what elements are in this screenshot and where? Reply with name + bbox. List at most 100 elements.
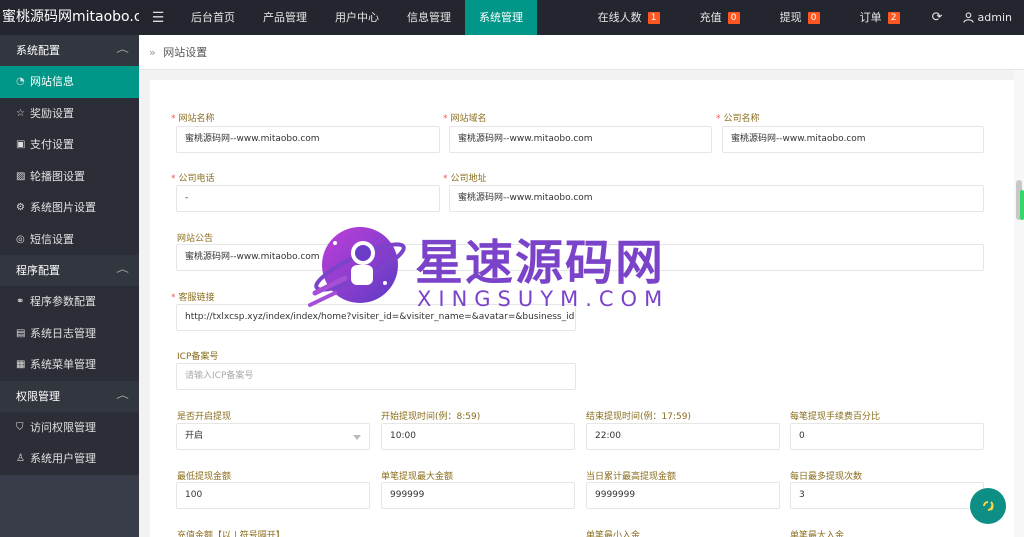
group-label: 权限管理 bbox=[16, 389, 60, 403]
sidebar-item-label: 网站信息 bbox=[30, 75, 74, 88]
sidebar-item-system-users[interactable]: ♙ 系统用户管理 bbox=[0, 443, 139, 475]
icp-input[interactable]: 请输入ICP备案号 bbox=[176, 363, 576, 390]
hamburger-icon[interactable]: ☰ bbox=[139, 10, 177, 26]
notice-input[interactable]: 蜜桃源码网--www.mitaobo.com bbox=[176, 244, 984, 271]
sidebar-item-sms[interactable]: ◎ 短信设置 bbox=[0, 223, 139, 255]
fee-input[interactable]: 0 bbox=[790, 423, 984, 450]
sidebar-item-label: 奖励设置 bbox=[30, 106, 74, 120]
log-icon: ▤ bbox=[16, 327, 26, 339]
withdraw-end-input[interactable]: 22:00 bbox=[586, 423, 780, 450]
orders-label: 订单 bbox=[859, 11, 882, 24]
company-phone-label: * 公司电话 bbox=[171, 174, 215, 184]
settings-form: * 网站名称 蜜桃源码网--www.mitaobo.com * 网站域名 蜜桃源码网… bbox=[150, 80, 1014, 537]
sidebar-item-label: 访问权限管理 bbox=[30, 420, 96, 434]
top-right-menu: 在线人数 1 充值 0 提现 0 订单 2 ⟳ admin bbox=[578, 0, 1024, 35]
sidebar-item-site-info[interactable]: ◔ 网站信息 bbox=[0, 66, 139, 98]
icp-label: ICP备案号 bbox=[177, 352, 219, 362]
max-withdraw-input[interactable]: 999999 bbox=[381, 482, 575, 509]
chevron-up-icon: ︿ bbox=[116, 45, 129, 55]
sidebar-item-label: 程序参数配置 bbox=[30, 295, 96, 308]
sidebar-item-label: 系统日志管理 bbox=[30, 326, 96, 340]
min-withdraw-label: 最低提现金额 bbox=[177, 472, 232, 482]
recharge-label: 充值 bbox=[699, 11, 722, 24]
group-label: 系统配置 bbox=[16, 44, 60, 57]
company-address-label: * 公司地址 bbox=[443, 174, 487, 184]
sidebar-group-permissions[interactable]: 权限管理 ︿ bbox=[0, 380, 139, 412]
app-title[interactable]: 蜜桃源码网mitaobo.c... bbox=[0, 0, 139, 35]
shield-icon: ⛉ bbox=[16, 421, 24, 433]
sidebar-item-system-logs[interactable]: ▤ 系统日志管理 bbox=[0, 317, 139, 349]
notice-label: 网站公告 bbox=[177, 234, 214, 244]
site-name-label: * 网站名称 bbox=[171, 114, 215, 124]
money-icon: ▣ bbox=[16, 139, 26, 150]
sidebar-item-payment[interactable]: ▣ 支付设置 bbox=[0, 129, 139, 161]
max-deposit-label: 单笔最大入金 bbox=[790, 531, 845, 537]
withdraw-start-input[interactable]: 10:00 bbox=[381, 423, 575, 450]
online-users[interactable]: 在线人数 1 bbox=[578, 0, 680, 35]
sidebar-item-program-params[interactable]: ⚭ 程序参数配置 bbox=[0, 286, 139, 318]
orders-menu[interactable]: 订单 2 bbox=[840, 0, 920, 35]
min-deposit-label: 单笔最小入金 bbox=[586, 531, 641, 537]
online-badge: 1 bbox=[647, 11, 660, 24]
picture-icon: ▨ bbox=[16, 170, 26, 182]
nav-products[interactable]: 产品管理 bbox=[249, 0, 321, 35]
site-name-input[interactable]: 蜜桃源码网--www.mitaobo.com bbox=[176, 126, 440, 153]
menu-list-icon: ▦ bbox=[16, 359, 26, 370]
gauge-icon: ◔ bbox=[16, 76, 25, 87]
nav-home[interactable]: 后台首页 bbox=[177, 0, 249, 35]
company-phone-input[interactable]: - bbox=[176, 185, 440, 212]
withdraw-start-label: 开始提现时间(例：8:59) bbox=[381, 412, 481, 422]
sidebar-item-carousel[interactable]: ▨ 轮播图设置 bbox=[0, 160, 139, 192]
service-link-input[interactable]: http://txlxcsp.xyz/index/index/home?visi… bbox=[176, 304, 576, 331]
company-name-label: * 公司名称 bbox=[716, 114, 760, 124]
select-value: 开启 bbox=[185, 431, 204, 441]
group-label: 程序配置 bbox=[16, 264, 60, 277]
sidebar-item-label: 短信设置 bbox=[30, 232, 74, 246]
daily-times-input[interactable]: 3 bbox=[790, 482, 984, 509]
chevron-down-icon bbox=[353, 435, 361, 440]
service-link-label: * 客服链接 bbox=[171, 293, 215, 303]
company-name-input[interactable]: 蜜桃源码网--www.mitaobo.com bbox=[722, 126, 984, 153]
floating-chat-button[interactable] bbox=[970, 488, 1006, 524]
star-icon: ☆ bbox=[16, 107, 25, 119]
recharge-menu[interactable]: 充值 0 bbox=[680, 0, 760, 35]
withdraw-end-label: 结束提现时间(例：17:59) bbox=[586, 412, 691, 422]
link-icon: ⚭ bbox=[16, 296, 25, 307]
withdraw-enable-select[interactable]: 开启 bbox=[176, 423, 370, 450]
sidebar-item-rewards[interactable]: ☆ 奖励设置 bbox=[0, 97, 139, 129]
scrollbar[interactable] bbox=[1014, 70, 1024, 537]
user-menu[interactable]: admin bbox=[955, 0, 1024, 35]
sidebar-item-label: 轮播图设置 bbox=[30, 169, 85, 183]
sidebar-item-access-permissions[interactable]: ⛉ 访问权限管理 bbox=[0, 411, 139, 443]
company-address-input[interactable]: 蜜桃源码网--www.mitaobo.com bbox=[449, 185, 984, 212]
recharge-amounts-label: 充值金额【以 | 符号隔开】 bbox=[177, 531, 285, 537]
chat-icon: ◎ bbox=[16, 233, 25, 245]
fee-label: 每笔提现手续费百分比 bbox=[790, 412, 881, 422]
refresh-icon[interactable]: ⟳ bbox=[920, 0, 955, 35]
nav-users[interactable]: 用户中心 bbox=[321, 0, 393, 35]
daily-total-input[interactable]: 9999999 bbox=[586, 482, 780, 509]
sidebar: 系统配置 ︿ ◔ 网站信息 ☆ 奖励设置 ▣ 支付设置 ▨ 轮播图设置 ⚙ 系统… bbox=[0, 35, 139, 537]
min-withdraw-input[interactable]: 100 bbox=[176, 482, 370, 509]
sidebar-item-label: 系统用户管理 bbox=[30, 452, 96, 465]
withdraw-badge: 0 bbox=[807, 11, 820, 24]
chevron-up-icon: ︿ bbox=[116, 265, 129, 275]
top-nav: 后台首页 产品管理 用户中心 信息管理 系统管理 bbox=[177, 0, 537, 35]
sidebar-item-system-menu[interactable]: ▦ 系统菜单管理 bbox=[0, 349, 139, 381]
user-icon: ♙ bbox=[16, 453, 25, 464]
online-label: 在线人数 bbox=[597, 11, 642, 24]
site-domain-label: * 网站域名 bbox=[443, 114, 487, 124]
username: admin bbox=[977, 11, 1012, 24]
nav-system[interactable]: 系统管理 bbox=[465, 0, 537, 35]
sidebar-item-system-images[interactable]: ⚙ 系统图片设置 bbox=[0, 192, 139, 224]
breadcrumb-label[interactable]: 网站设置 bbox=[163, 46, 207, 59]
site-domain-input[interactable]: 蜜桃源码网--www.mitaobo.com bbox=[449, 126, 712, 153]
withdraw-menu[interactable]: 提现 0 bbox=[760, 0, 840, 35]
chevron-up-icon: ︿ bbox=[116, 390, 129, 401]
sidebar-group-system-config[interactable]: 系统配置 ︿ bbox=[0, 35, 139, 66]
chevron-right-icon: » bbox=[149, 46, 156, 59]
sidebar-group-program-config[interactable]: 程序配置 ︿ bbox=[0, 255, 139, 286]
recharge-badge: 0 bbox=[727, 11, 740, 24]
sidebar-item-label: 系统菜单管理 bbox=[30, 358, 96, 371]
nav-info[interactable]: 信息管理 bbox=[393, 0, 465, 35]
